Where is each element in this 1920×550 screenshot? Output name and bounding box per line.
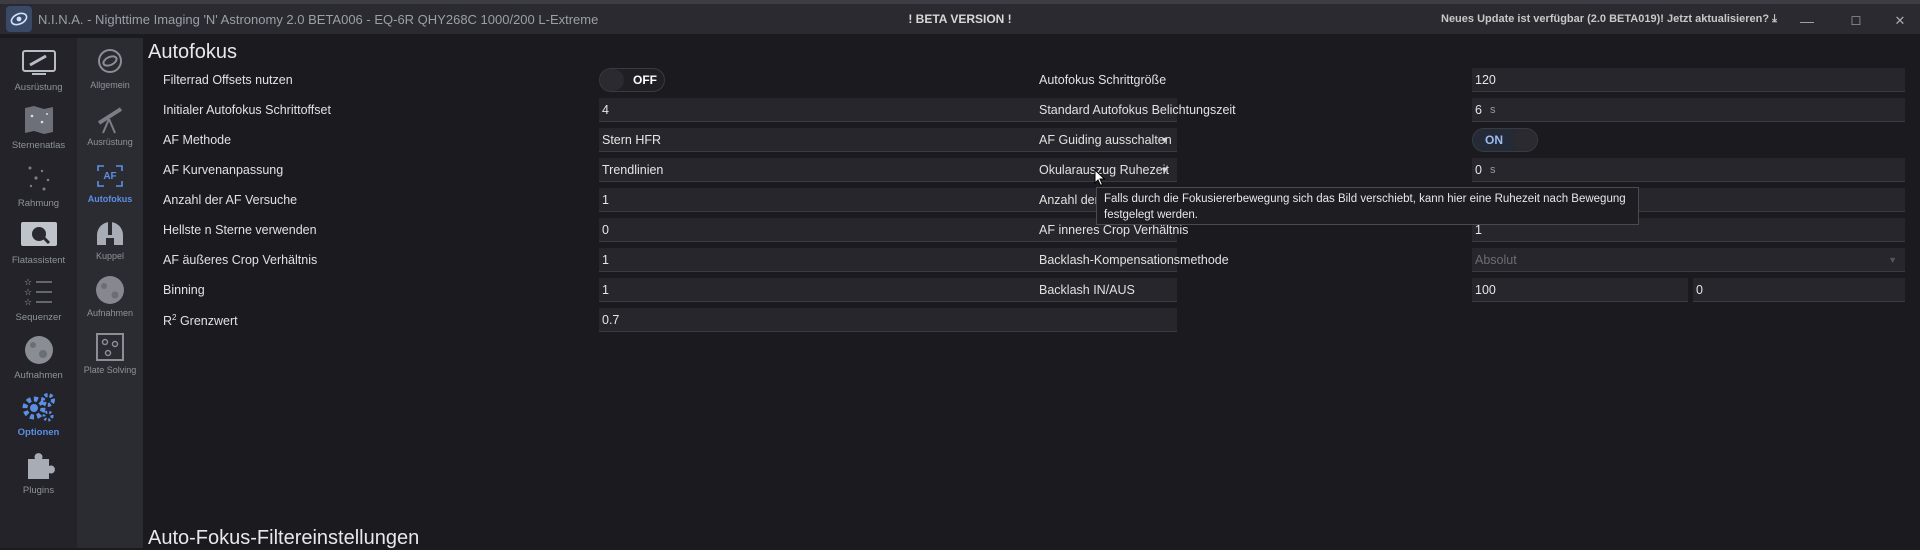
toggle-knob	[1513, 129, 1537, 151]
sequencer-icon: ☆ ☆ ☆	[19, 276, 59, 308]
svg-text:☆: ☆	[24, 298, 32, 308]
focuser-settle-unit: s	[1489, 163, 1496, 176]
subnav-label: Ausrüstung	[87, 137, 133, 147]
imaging-icon	[19, 334, 59, 366]
curve-fit-label: AF Kurvenanpassung	[163, 163, 284, 177]
exposure-time-label: Standard Autofokus Belichtungszeit	[1039, 103, 1236, 117]
svg-text:☆: ☆	[24, 288, 32, 298]
imaging-icon	[90, 274, 130, 306]
telescope-icon	[90, 103, 130, 135]
nav-label: Sequenzer	[15, 312, 62, 323]
toggle-state: ON	[1485, 133, 1503, 147]
minimize-button[interactable]: —	[1787, 8, 1827, 34]
maximize-button[interactable]: ☐	[1836, 8, 1876, 34]
mouse-cursor-icon	[1094, 168, 1106, 192]
page-title: Autofokus	[148, 41, 237, 63]
nav-label: Aufnahmen	[14, 370, 63, 381]
dome-icon	[90, 217, 130, 249]
subnav-item-imaging[interactable]: Aufnahmen	[77, 274, 143, 331]
focuser-settle-input[interactable]: 0s	[1472, 158, 1905, 182]
backlash-in-out-label: Backlash IN/AUS	[1039, 283, 1135, 297]
initial-offset-label: Initialer Autofokus Schrittoffset	[163, 103, 331, 117]
nina-logo-icon[interactable]	[6, 6, 32, 32]
nav-item-imaging[interactable]: Aufnahmen	[0, 334, 77, 391]
toggle-state: OFF	[633, 73, 657, 87]
plate-solving-icon	[90, 331, 130, 363]
general-icon	[90, 46, 130, 78]
backlash-method-select[interactable]: Absolut	[1472, 248, 1905, 272]
nav-label: Flatassistent	[11, 255, 66, 266]
nav-label: Ausrüstung	[14, 82, 63, 93]
backlash-method-label: Backlash-Kompensationsmethode	[1039, 253, 1229, 267]
nav-item-sky-atlas[interactable]: Sternenatlas	[0, 104, 77, 161]
subnav-item-general[interactable]: Allgemein	[77, 46, 143, 103]
nav-label: Sternenatlas	[11, 140, 66, 151]
af-attempts-label: Anzahl der AF Versuche	[163, 193, 298, 207]
subnav-label: Aufnahmen	[86, 308, 134, 318]
step-size-label: Autofokus Schrittgröße	[1039, 73, 1167, 87]
focuser-settle-value: 0	[1475, 162, 1482, 177]
subnav-item-plate-solving[interactable]: Plate Solving	[77, 331, 143, 388]
star-map-icon	[19, 104, 59, 136]
gears-icon	[19, 391, 59, 423]
svg-text:☆: ☆	[24, 278, 32, 288]
subnav-label: Kuppel	[95, 251, 125, 261]
guiding-off-toggle[interactable]: ON	[1472, 128, 1538, 152]
nav-label: Optionen	[17, 427, 60, 438]
r2-threshold-label: R2 Grenzwert	[163, 313, 238, 328]
exposure-time-value: 6	[1475, 102, 1482, 117]
subnav-label: Autofokus	[87, 194, 133, 204]
framing-icon	[19, 162, 59, 194]
exposure-time-unit: s	[1489, 103, 1496, 116]
section-heading-filter-settings: Auto-Fokus-Filtereinstellungen	[148, 527, 420, 549]
toggle-knob	[600, 69, 624, 91]
outer-crop-label: AF äußeres Crop Verhältnis	[163, 253, 318, 267]
backlash-out-input[interactable]: 0	[1693, 278, 1905, 302]
subnav-item-autofocus[interactable]: AF Autofokus	[77, 160, 143, 217]
nav-item-options[interactable]: Optionen	[0, 391, 77, 448]
settle-time-tooltip: Falls durch die Fokusiererbewegung sich …	[1096, 187, 1639, 225]
nav-item-flat-wizard[interactable]: Flatassistent	[0, 219, 77, 276]
r2-label-text: Grenzwert	[176, 314, 238, 329]
step-size-input[interactable]: 120	[1472, 68, 1905, 92]
exposure-time-input[interactable]: 6s	[1472, 98, 1905, 122]
download-icon[interactable]: ⤓	[1772, 13, 1777, 25]
nav-item-framing[interactable]: Rahmung	[0, 162, 77, 219]
backlash-in-input[interactable]: 100	[1472, 278, 1688, 302]
guiding-off-label: AF Guiding ausschalten	[1039, 133, 1172, 147]
update-text[interactable]: Neues Update ist verfügbar (2.0 BETA019)…	[1441, 13, 1769, 25]
filter-offsets-label: Filterrad Offsets nutzen	[163, 73, 293, 87]
subnav-item-dome[interactable]: Kuppel	[77, 217, 143, 274]
autofocus-settings-panel: Autofokus Filterrad Offsets nutzen OFF I…	[143, 38, 1920, 549]
filter-offsets-toggle[interactable]: OFF	[599, 68, 665, 92]
count-label: Anzahl der	[1039, 193, 1099, 207]
nav-item-plugins[interactable]: Plugins	[0, 449, 77, 506]
af-method-label: AF Methode	[163, 133, 232, 147]
title-bar: N.I.N.A. - Nighttime Imaging 'N' Astrono…	[0, 0, 1920, 34]
subnav-label: Allgemein	[90, 80, 130, 90]
r2-letter: R	[163, 314, 173, 329]
nav-label: Rahmung	[17, 198, 60, 209]
brightest-stars-label: Hellste n Sterne verwenden	[163, 223, 317, 237]
inner-crop-label: AF inneres Crop Verhältnis	[1039, 223, 1189, 237]
flat-wizard-icon	[19, 219, 59, 251]
r2-threshold-input[interactable]: 0.7	[599, 308, 1177, 332]
nav-item-sequencer[interactable]: ☆ ☆ ☆ Sequenzer	[0, 276, 77, 333]
subnav-label: Plate Solving	[83, 365, 137, 375]
puzzle-icon	[19, 449, 59, 481]
telescope-icon	[19, 46, 59, 78]
nav-label: Plugins	[22, 485, 55, 496]
close-button[interactable]: ✕	[1880, 8, 1920, 34]
autofocus-icon: AF	[90, 160, 130, 192]
update-link[interactable]: Neues Update ist verfügbar (2.0 BETA019)…	[1441, 13, 1777, 26]
nav-item-equipment[interactable]: Ausrüstung	[0, 46, 77, 103]
window-title: N.I.N.A. - Nighttime Imaging 'N' Astrono…	[38, 11, 599, 27]
binning-label: Binning	[163, 283, 205, 297]
autofocus-badge: AF	[103, 171, 116, 182]
subnav-item-equipment[interactable]: Ausrüstung	[77, 103, 143, 160]
